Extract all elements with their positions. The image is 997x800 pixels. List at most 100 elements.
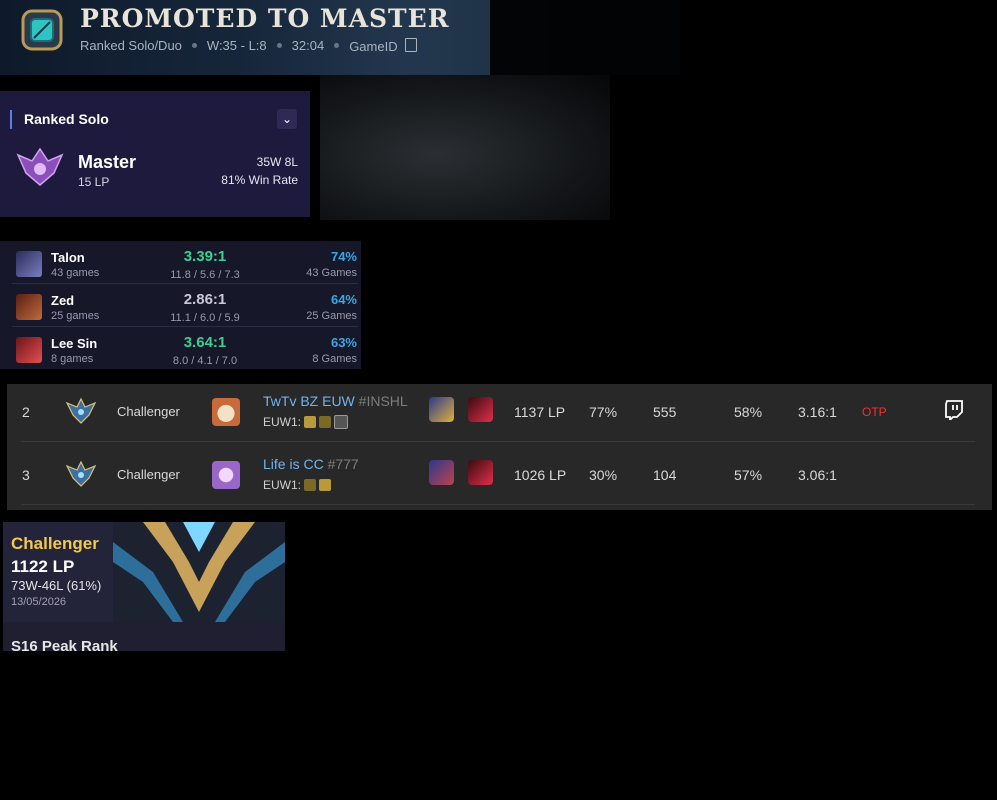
item-icon [468,397,493,422]
banner-fade [490,0,680,75]
master-rank-icon [16,147,64,186]
champion-avg-kda: 11.1 / 6.0 / 5.9 [170,312,240,324]
leaderboard-table: 2 Challenger TwTv BZ EUW #INSHL EUW1: 11… [7,384,992,510]
champion-kda: 3.64:1 [183,334,227,351]
row-divider [12,326,358,327]
chevron-down-icon: ⌄ [281,112,293,126]
champion-games: 8 games [51,353,94,365]
champion-games: 43 games [51,267,100,279]
item-icon [429,460,454,485]
match-banner: PROMOTED TO MASTER Ranked Solo/Duo W:35 … [0,0,680,75]
summoner-spell-icon [304,479,317,491]
profile-avatar[interactable] [212,461,240,489]
summoner-spell-icon [319,416,332,428]
challenger-tier-icon [65,460,97,487]
table-row[interactable]: 2 Challenger TwTv BZ EUW #INSHL EUW1: 11… [7,384,992,440]
summoner-name-link[interactable]: TwTv BZ EUW #INSHL [263,393,408,409]
game-id-copy[interactable]: GameID [349,37,418,54]
tier-name: Challenger [117,467,180,482]
rank-number: 2 [22,404,30,420]
win-rate: 77% [589,404,618,420]
summoner-tag: #INSHL [358,393,408,409]
item-icon [468,460,493,485]
banner-duration: 32:04 [291,38,325,53]
champion-winrate: 74% [330,249,357,264]
win-rate: 81% Win Rate [221,173,298,187]
games-played: 104 [653,467,677,483]
server-info: EUW1: [263,415,349,429]
champion-winrate: 64% [330,292,357,307]
row-divider [12,283,358,284]
rank-tier: Challenger [11,534,99,553]
otp-badge: OTP [862,405,887,419]
rank-lp: 1122 LP [11,557,75,576]
challenger-crest-icon [113,522,285,622]
queue-dropdown-button[interactable]: ⌄ [277,109,297,129]
summoner-name: TwTv BZ EUW [263,393,355,409]
ranked-solo-card: Ranked Solo ⌄ Master 15 LP 35W 8L 81% Wi… [0,91,310,217]
accent-bar [10,110,12,129]
rank-date: 13/05/2026 [11,596,67,608]
zed-champion-icon [16,294,42,320]
banner-record: W:35 - L:8 [206,38,267,53]
champion-games: 25 games [51,310,100,322]
queue-title: Ranked Solo [24,111,109,127]
champion-row[interactable]: Lee Sin 8 games 3.64:1 8.0 / 4.1 / 7.0 6… [0,329,361,371]
league-points: 1026 LP [514,467,567,483]
server-name: EUW1: [263,478,302,492]
banner-meta: Ranked Solo/Duo W:35 - L:8 32:04 GameID [80,37,418,54]
champion-games-total: 43 Games [306,267,357,279]
background-scene [320,75,610,220]
champion-kda: 2.86:1 [183,291,227,308]
games-played: 555 [653,404,677,420]
dot-separator [276,43,282,48]
league-points: 1137 LP [514,404,566,420]
champion-winrate: 63% [330,335,357,350]
champion-name: Zed [51,293,75,308]
champion-avg-kda: 11.8 / 5.6 / 7.3 [170,269,240,281]
wins-losses: 35W 8L [256,155,298,169]
server-name: EUW1: [263,415,302,429]
champion-row[interactable]: Zed 25 games 2.86:1 11.1 / 6.0 / 5.9 64%… [0,286,361,328]
banner-queue: Ranked Solo/Duo [80,38,182,53]
champion-name: Lee Sin [51,336,98,351]
summoner-name-link[interactable]: Life is CC #777 [263,456,359,472]
champion-kda: 3.39:1 [183,248,227,265]
champion-avg-kda: 8.0 / 4.1 / 7.0 [172,355,238,367]
peak-rank-title: S16 Peak Rank [11,638,118,651]
copy-icon [405,38,418,52]
twitch-icon[interactable] [945,400,963,420]
kda-ratio: 3.16:1 [798,404,837,420]
tier-name: Challenger [117,404,180,419]
row-divider [21,441,975,442]
summoner-name: Life is CC [263,456,324,472]
profile-avatar[interactable] [212,398,240,426]
rune-icon [304,416,317,428]
champion-stats: Talon 43 games 3.39:1 11.8 / 5.6 / 7.3 7… [0,241,361,369]
champion-win-rate: 58% [734,404,763,420]
champion-win-rate: 57% [734,467,763,483]
challenger-tier-icon [65,397,97,424]
talon-champion-icon [16,251,42,277]
server-info: EUW1: [263,478,332,492]
game-id-label: GameID [349,39,398,54]
master-emblem-icon [21,9,63,51]
win-rate: 30% [589,467,618,483]
table-row[interactable]: 3 Challenger Life is CC #777 EUW1: 1026 … [7,447,992,503]
rank-lp: 15 LP [78,175,110,189]
rank-number: 3 [22,467,30,483]
row-divider [21,504,975,505]
dot-separator [191,43,197,48]
champion-name: Talon [51,250,85,265]
item-icon [429,397,454,422]
champion-row[interactable]: Talon 43 games 3.39:1 11.8 / 5.6 / 7.3 7… [0,243,361,285]
rank-tier: Master [78,152,137,172]
kda-ratio: 3.06:1 [798,467,837,483]
badge-icon [334,415,349,429]
current-rank-card: Challenger 1122 LP 73W-46L (61%) 13/05/2… [3,522,285,651]
champion-games-total: 8 Games [312,353,357,365]
dot-separator [334,43,340,48]
champion-games-total: 25 Games [306,310,357,322]
lee-sin-champion-icon [16,337,42,363]
rank-record: 73W-46L (61%) [11,578,102,593]
